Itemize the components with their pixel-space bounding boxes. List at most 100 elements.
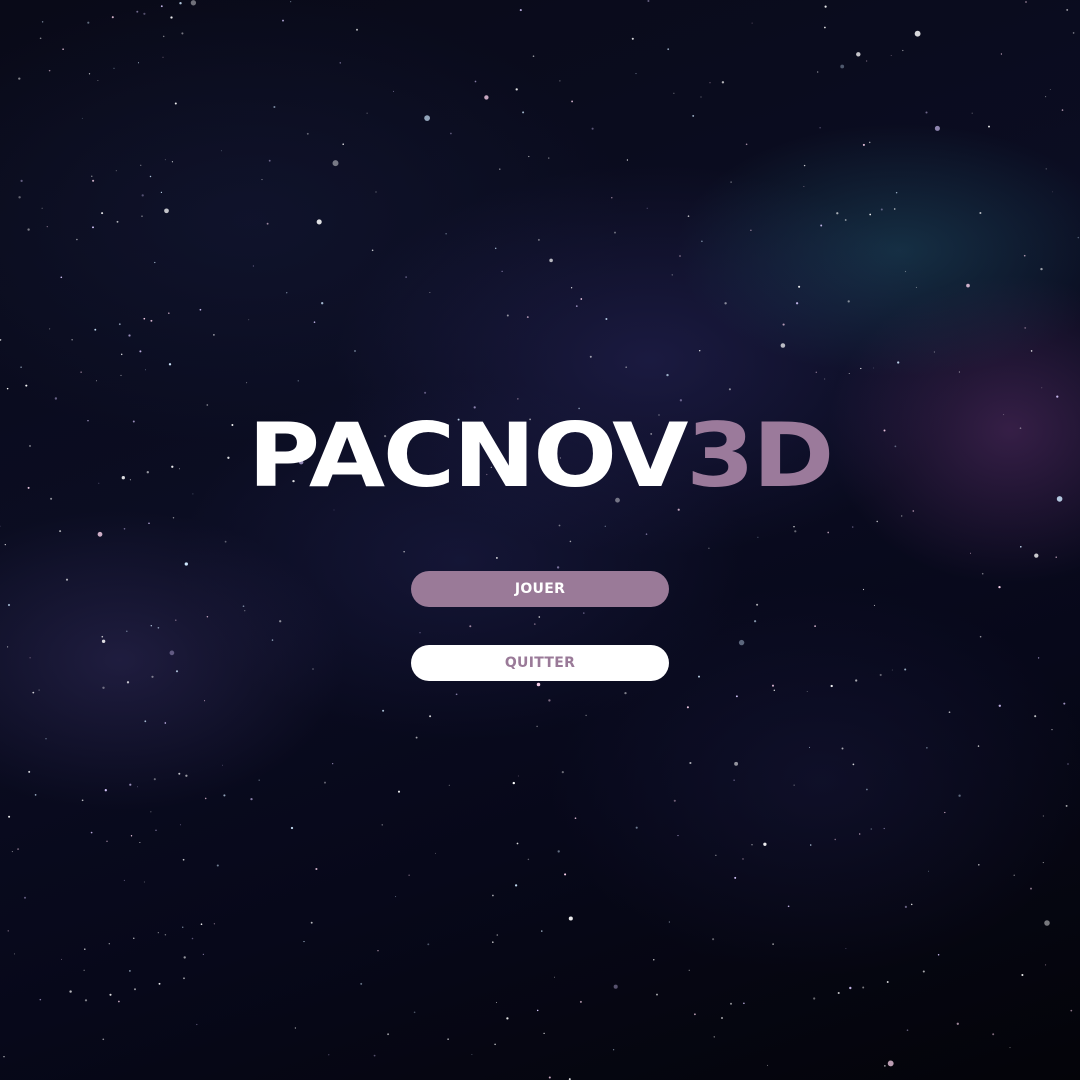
star <box>561 771 564 774</box>
star <box>988 125 990 128</box>
star <box>141 215 143 218</box>
star <box>97 80 99 81</box>
star <box>202 953 205 956</box>
star <box>290 1 292 3</box>
star <box>771 684 775 687</box>
star <box>570 287 573 289</box>
star <box>28 770 31 773</box>
star <box>827 531 830 534</box>
star <box>750 229 752 231</box>
star <box>522 111 525 114</box>
star <box>492 941 494 943</box>
star <box>856 52 861 57</box>
star <box>944 811 946 814</box>
star <box>145 369 146 371</box>
star <box>46 225 48 228</box>
star <box>852 763 855 766</box>
star <box>728 388 731 391</box>
star <box>569 540 572 543</box>
star <box>83 969 85 971</box>
star <box>556 566 560 569</box>
star <box>979 635 982 638</box>
star <box>815 371 818 374</box>
star <box>866 60 868 62</box>
star <box>536 725 538 728</box>
star <box>200 923 203 926</box>
star <box>730 181 732 183</box>
star <box>360 982 363 985</box>
star <box>1077 236 1080 239</box>
star <box>14 953 16 955</box>
star <box>614 231 616 234</box>
star <box>268 159 271 162</box>
star <box>102 1038 105 1041</box>
star <box>709 82 711 84</box>
star <box>866 788 868 791</box>
star <box>118 1000 120 1003</box>
star <box>182 858 185 861</box>
star <box>266 222 269 225</box>
play-button[interactable]: JOUER <box>411 571 669 607</box>
star <box>605 318 608 320</box>
star <box>206 616 209 618</box>
star <box>925 111 928 114</box>
star <box>1045 96 1047 98</box>
star <box>136 10 139 13</box>
star <box>926 747 928 749</box>
star <box>129 783 132 786</box>
star <box>793 526 795 528</box>
star <box>543 1032 545 1035</box>
star <box>424 115 430 121</box>
star <box>742 858 744 860</box>
star <box>1052 191 1054 193</box>
star <box>813 997 816 1000</box>
star <box>250 797 253 801</box>
star <box>244 610 246 612</box>
star <box>837 991 840 995</box>
quit-button[interactable]: QUITTER <box>411 645 669 681</box>
star <box>549 258 553 263</box>
star <box>668 921 671 923</box>
star <box>895 191 898 194</box>
game-title: PACNOV3D <box>0 408 1080 504</box>
star <box>179 824 182 826</box>
star <box>1034 715 1037 718</box>
star <box>91 175 93 177</box>
star <box>698 675 700 678</box>
star <box>20 179 23 183</box>
star <box>126 630 128 632</box>
star <box>773 689 775 691</box>
star <box>261 179 263 181</box>
star <box>506 1017 509 1020</box>
star <box>169 650 175 656</box>
star <box>76 238 78 241</box>
star <box>1041 387 1043 389</box>
star <box>887 1060 894 1067</box>
star <box>120 353 123 356</box>
star <box>183 956 186 959</box>
star <box>71 339 73 341</box>
star <box>171 161 173 163</box>
star <box>845 948 847 949</box>
star <box>45 738 47 740</box>
star <box>213 334 215 336</box>
star <box>558 524 561 527</box>
star <box>721 81 725 84</box>
star <box>734 876 737 879</box>
star <box>206 404 209 406</box>
star <box>273 105 276 109</box>
star <box>906 1029 909 1031</box>
star <box>101 212 104 215</box>
star <box>312 668 314 670</box>
star <box>1065 804 1068 807</box>
star <box>179 2 182 5</box>
star <box>162 56 164 58</box>
star <box>496 1002 497 1003</box>
star <box>252 265 255 267</box>
star <box>204 700 206 702</box>
star <box>196 1023 198 1026</box>
star <box>495 556 498 559</box>
star <box>130 835 133 837</box>
star <box>137 62 140 64</box>
star <box>910 903 913 906</box>
